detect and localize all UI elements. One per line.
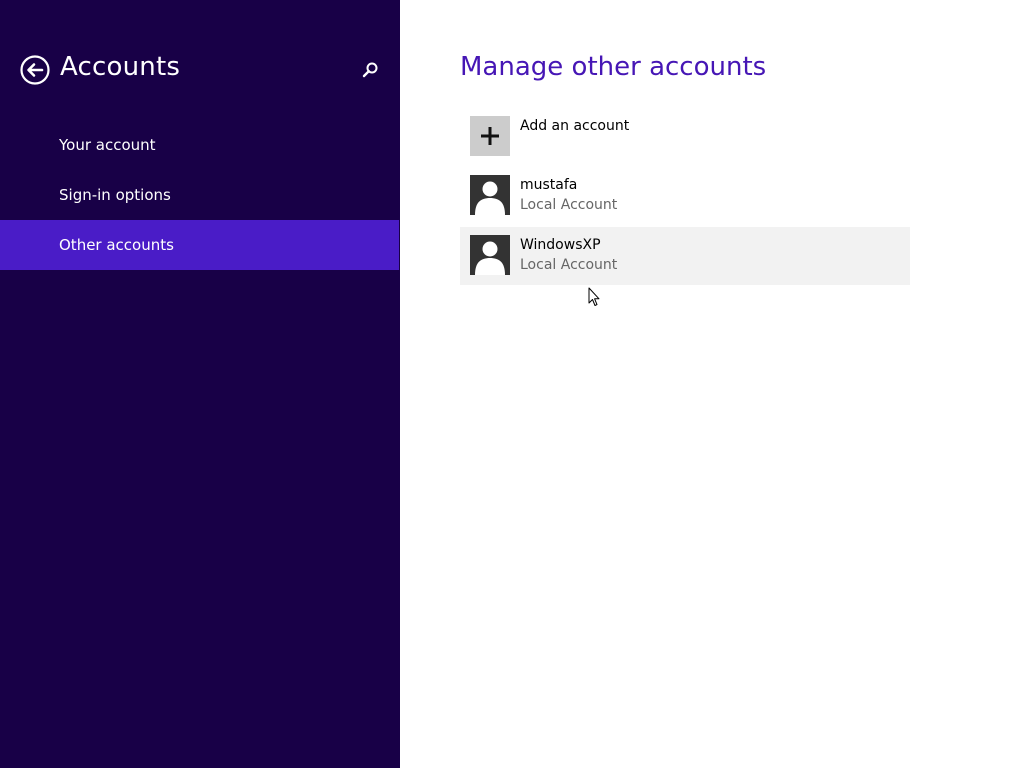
plus-icon (470, 116, 510, 156)
sidebar-item-label: Other accounts (59, 236, 174, 254)
user-avatar-icon (470, 235, 510, 275)
account-item-mustafa[interactable]: mustafa Local Account (460, 167, 910, 225)
sidebar-item-your-account[interactable]: Your account (0, 120, 399, 170)
account-name: mustafa (520, 177, 578, 193)
user-avatar-icon (470, 175, 510, 215)
page-title: Manage other accounts (460, 52, 767, 82)
main-panel: Manage other accounts Add an account mus… (400, 0, 1024, 768)
account-type: Local Account (520, 257, 618, 273)
account-name: WindowsXP (520, 237, 601, 253)
sidebar-item-label: Your account (59, 136, 156, 154)
add-account-label: Add an account (520, 118, 630, 134)
search-icon[interactable] (360, 60, 380, 80)
sidebar-item-sign-in-options[interactable]: Sign-in options (0, 170, 399, 220)
sidebar: Accounts Your account Sign-in options Ot… (0, 0, 400, 768)
account-item-windowsxp[interactable]: WindowsXP Local Account (460, 227, 910, 285)
sidebar-item-other-accounts[interactable]: Other accounts (0, 220, 399, 270)
sidebar-item-label: Sign-in options (59, 186, 171, 204)
add-account-button[interactable]: Add an account (460, 108, 910, 166)
sidebar-title: Accounts (60, 52, 181, 82)
account-type: Local Account (520, 197, 618, 213)
back-arrow-icon[interactable] (20, 55, 50, 85)
settings-screen: Accounts Your account Sign-in options Ot… (0, 0, 1024, 768)
